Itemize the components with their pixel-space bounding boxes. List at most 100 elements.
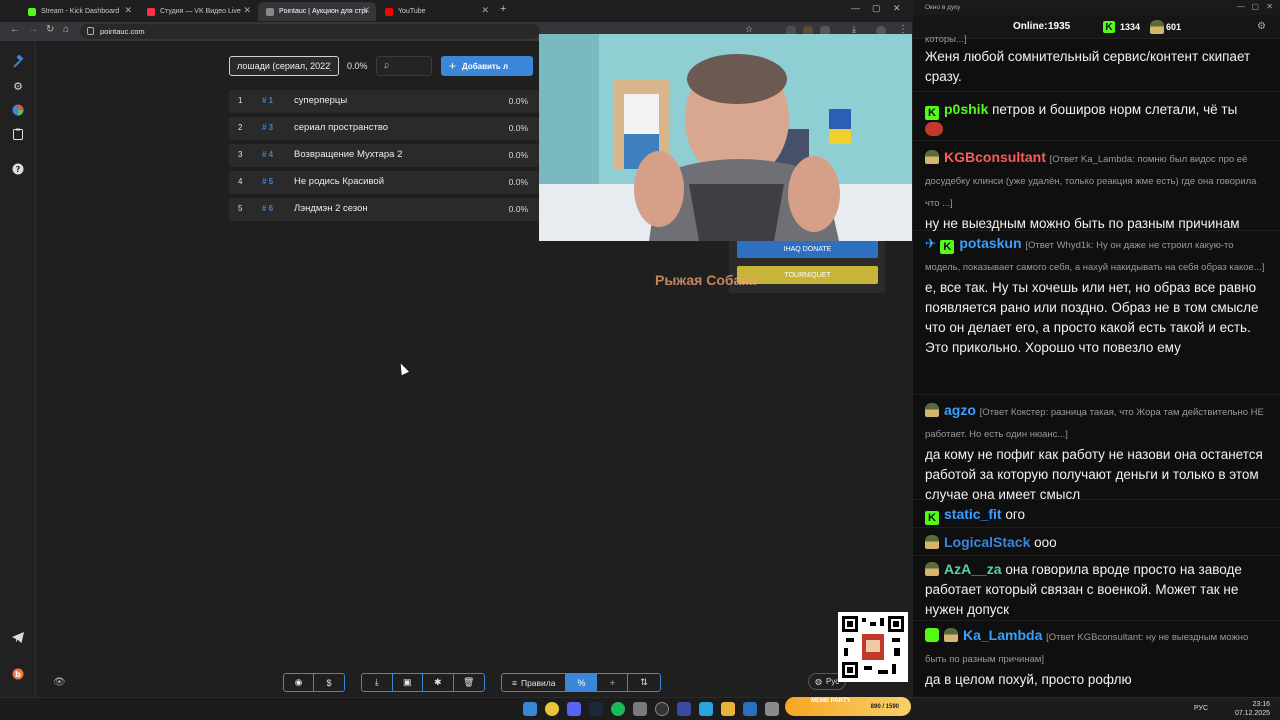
clipboard-icon[interactable] bbox=[10, 126, 26, 142]
online-count: 1935 bbox=[1048, 21, 1071, 32]
lot-row[interactable]: 4 # 5 Не родись Красивой 0.0% bbox=[229, 171, 539, 194]
close-tab-icon[interactable]: ✕ bbox=[124, 5, 132, 16]
add-lot-button[interactable]: + Добавить л bbox=[441, 56, 533, 76]
chat-message: ✈ Kpotaskun [Ответ Whyd1k: Ну он даже не … bbox=[913, 229, 1280, 395]
chrome-icon[interactable] bbox=[545, 702, 559, 716]
tab-youtube[interactable]: YouTube ✕ bbox=[377, 2, 495, 21]
meme-progress: 890 / 1590 bbox=[870, 703, 899, 710]
plus-icon: + bbox=[449, 59, 457, 73]
input-language-indicator[interactable]: РУС bbox=[1194, 705, 1208, 712]
lot-id: # 6 bbox=[262, 204, 274, 213]
tab-vk-studio[interactable]: Студия — VK Видео Live ✕ bbox=[139, 2, 257, 21]
tourniquet-button[interactable]: TOURNIQUET bbox=[737, 266, 878, 284]
forward-icon[interactable]: → bbox=[28, 24, 38, 35]
lot-name-input[interactable] bbox=[229, 56, 339, 76]
ihaq-donate-button[interactable]: IHAQ DONATE bbox=[737, 240, 878, 258]
app-icon[interactable] bbox=[633, 702, 647, 716]
lot-name: Лэндмэн 2 сезон bbox=[294, 203, 368, 214]
system-clock[interactable]: 23:16 07.12.2025 bbox=[1235, 700, 1270, 718]
lot-amount-input[interactable] bbox=[376, 56, 432, 76]
close-tab-icon[interactable]: ✕ bbox=[362, 5, 370, 16]
kick-badge-icon: K bbox=[925, 511, 939, 525]
chat-message: Kp0shik петров и боширов норм слетали, ч… bbox=[913, 95, 1280, 141]
lot-name: сериал пространство bbox=[294, 122, 389, 133]
steam-icon[interactable] bbox=[589, 702, 603, 716]
start-windows-icon[interactable] bbox=[523, 702, 537, 716]
auction-hammer-icon[interactable] bbox=[10, 53, 26, 69]
lot-id: # 5 bbox=[262, 177, 274, 186]
app-icon[interactable] bbox=[677, 702, 691, 716]
bug-icon[interactable]: ✱ bbox=[423, 674, 454, 691]
donate-dollar-icon[interactable]: $ bbox=[314, 674, 344, 691]
webcam-overlay bbox=[539, 34, 915, 241]
emote-icon bbox=[925, 122, 943, 136]
lot-row[interactable]: 1 # 1 суперперцы 0.0% bbox=[229, 90, 539, 113]
lot-percent: 0.0% bbox=[508, 177, 528, 187]
rules-button[interactable]: ≡ Правила bbox=[502, 674, 567, 691]
message-username[interactable]: p0shik bbox=[944, 101, 988, 117]
file-explorer-icon[interactable] bbox=[721, 702, 735, 716]
back-icon[interactable]: ← bbox=[10, 24, 20, 35]
app-icon[interactable] bbox=[743, 702, 757, 716]
message-username[interactable]: agzo bbox=[944, 402, 976, 418]
tab-pointauc[interactable]: Pointauc | Аукцион для стрима ✕ bbox=[258, 2, 376, 21]
lot-index: 4 bbox=[238, 177, 243, 186]
download-icon[interactable]: ⤓ bbox=[362, 674, 393, 691]
message-username[interactable]: AzA__za bbox=[944, 561, 1002, 577]
maximize-icon[interactable]: ▢ bbox=[872, 3, 881, 14]
message-username[interactable]: KGBconsultant bbox=[944, 149, 1046, 165]
close-window-icon[interactable]: ✕ bbox=[1266, 2, 1273, 11]
save-icon[interactable]: ▣ bbox=[393, 674, 423, 691]
telegram-icon[interactable] bbox=[10, 629, 26, 645]
delete-all-icon[interactable]: 🗑 bbox=[454, 674, 484, 691]
percent-toggle[interactable]: % bbox=[566, 674, 598, 691]
sort-icon[interactable]: ⇅ bbox=[628, 674, 659, 691]
chat-message: LogicalStack ооо bbox=[913, 528, 1280, 556]
hat-badge-icon bbox=[925, 403, 939, 417]
obs-icon[interactable] bbox=[655, 702, 669, 716]
youtube-favicon-icon bbox=[385, 7, 393, 16]
lot-id: # 3 bbox=[262, 123, 274, 132]
close-tab-icon[interactable]: ✕ bbox=[243, 5, 251, 16]
github-icon[interactable]: ◉ bbox=[284, 674, 314, 691]
message-username[interactable]: Ka_Lambda bbox=[963, 627, 1042, 643]
tab-kick-dashboard[interactable]: Stream - Kick Dashboard ✕ bbox=[20, 2, 138, 21]
site-info-icon[interactable] bbox=[87, 27, 94, 35]
kick-favicon-icon bbox=[28, 7, 36, 16]
new-tab-icon[interactable]: + bbox=[500, 3, 506, 15]
donate-label: TOURNIQUET bbox=[784, 271, 831, 279]
url-field[interactable]: pointauc.com bbox=[80, 24, 540, 39]
home-icon[interactable]: ⌂ bbox=[63, 24, 69, 35]
message-username[interactable]: LogicalStack bbox=[944, 534, 1030, 550]
help-icon[interactable]: ? bbox=[10, 161, 26, 177]
file-toolbar: ⤓ ▣ ✱ 🗑 bbox=[361, 673, 485, 692]
spotify-icon[interactable] bbox=[611, 702, 625, 716]
meme-label: MEME PARTY bbox=[811, 698, 851, 704]
app-icon[interactable] bbox=[765, 702, 779, 716]
vk-viewer-count: 601 bbox=[1166, 22, 1182, 32]
close-tab-icon[interactable]: ✕ bbox=[481, 5, 489, 16]
lot-percent: 0.0% bbox=[508, 204, 528, 214]
wheel-icon[interactable] bbox=[10, 102, 26, 118]
side-nav: ⚙ ? b bbox=[0, 41, 36, 697]
tab-bar: Stream - Kick Dashboard ✕ Студия — VK Ви… bbox=[0, 0, 912, 22]
lot-row[interactable]: 3 # 4 Возвращение Мухтара 2 0.0% bbox=[229, 144, 539, 167]
minimize-icon[interactable]: — bbox=[1237, 2, 1245, 11]
donation-alerts-icon[interactable]: b bbox=[10, 666, 26, 682]
message-username[interactable]: potaskun bbox=[959, 235, 1021, 251]
settings-gear-icon[interactable]: ⚙ bbox=[10, 78, 26, 94]
lot-index: 2 bbox=[238, 123, 243, 132]
discord-icon[interactable] bbox=[567, 702, 581, 716]
telegram-icon[interactable] bbox=[699, 702, 713, 716]
minimize-icon[interactable]: — bbox=[851, 3, 860, 13]
close-window-icon[interactable]: ✕ bbox=[893, 3, 901, 14]
divide-icon[interactable]: ÷ bbox=[597, 674, 629, 691]
message-username[interactable]: static_fit bbox=[944, 506, 1002, 522]
settings-gear-icon[interactable]: ⚙ bbox=[1257, 21, 1266, 32]
maximize-icon[interactable]: ▢ bbox=[1251, 2, 1259, 11]
message-reply-context: [Ответ Кокстер: разница такая, что Жора … bbox=[925, 407, 1264, 440]
lot-row[interactable]: 2 # 3 сериал пространство 0.0% bbox=[229, 117, 539, 140]
eye-icon[interactable]: 👁 bbox=[53, 677, 66, 688]
lot-row[interactable]: 5 # 6 Лэндмэн 2 сезон 0.0% bbox=[229, 198, 539, 221]
reload-icon[interactable]: ↻ bbox=[46, 24, 54, 35]
